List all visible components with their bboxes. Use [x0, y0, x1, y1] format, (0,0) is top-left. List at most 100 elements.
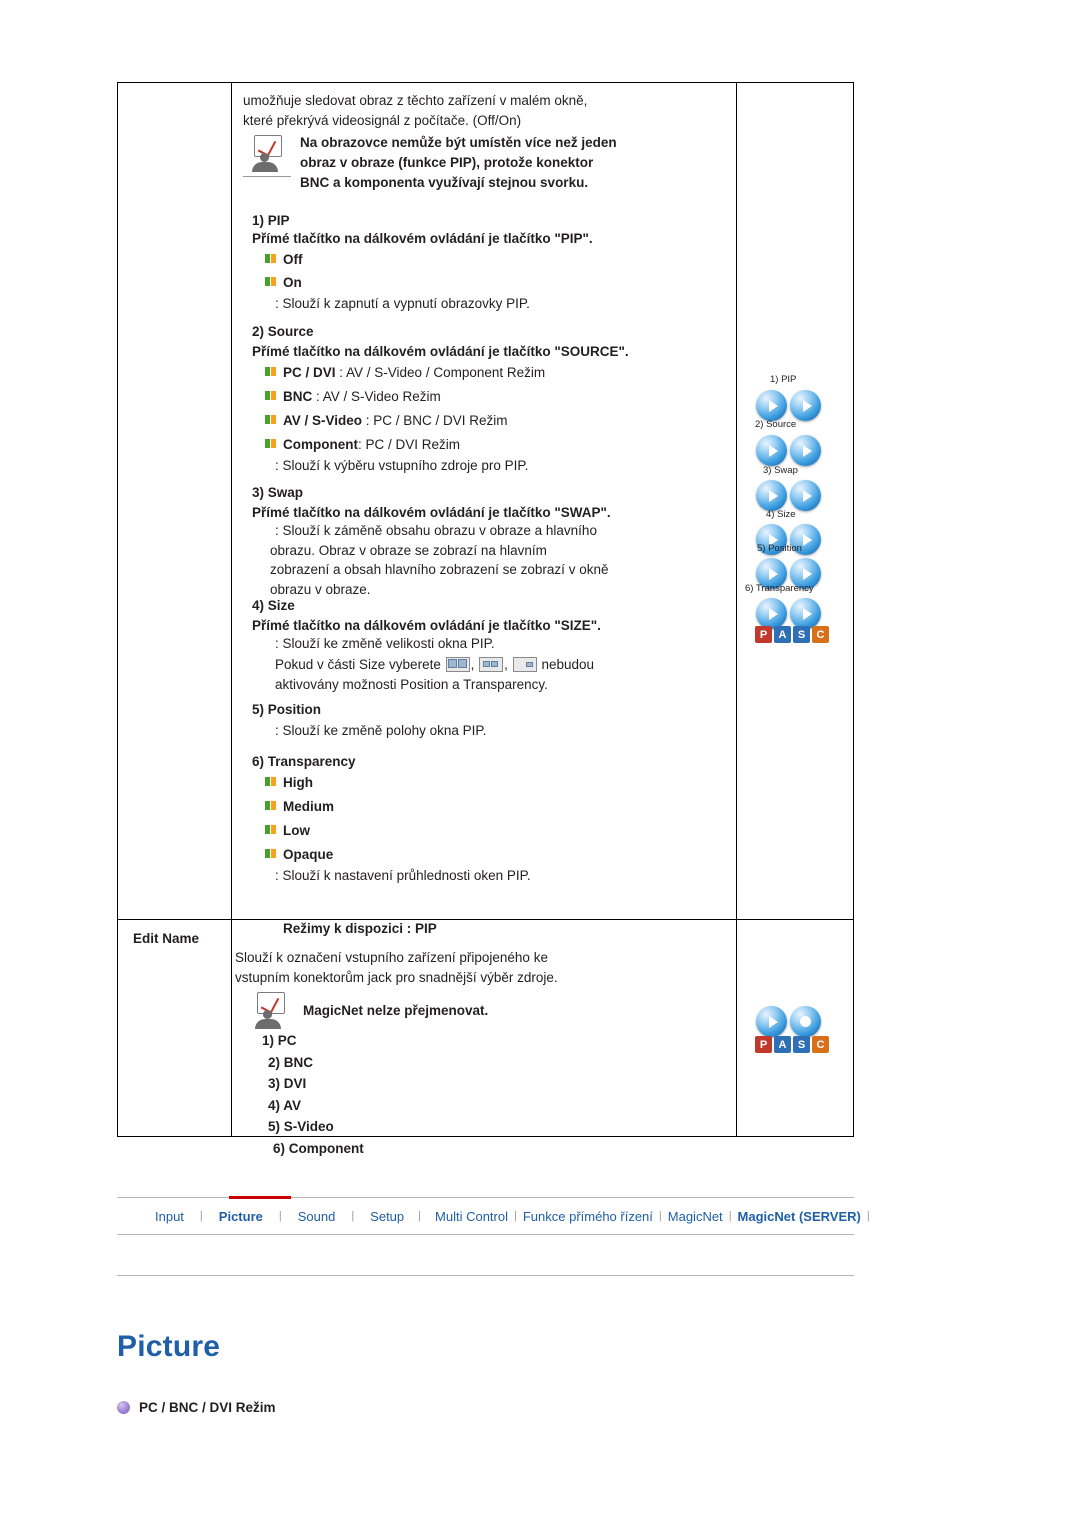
section-2-row-2: BNC : AV / S-Video Režim — [265, 386, 441, 407]
right-button-transparency-secondary[interactable] — [790, 598, 821, 629]
bullet-sphere-icon — [117, 1401, 130, 1414]
section-divider — [117, 1275, 854, 1276]
nav-separator: | — [278, 1210, 282, 1222]
right-caption-5: 5) Position — [757, 543, 802, 554]
section-5-desc: : Slouží ke změně polohy okna PIP. — [275, 723, 487, 738]
pasc-indicator-bottom: P A S C — [755, 1036, 831, 1053]
edit-name-item: 2) BNC — [268, 1054, 314, 1070]
edit-name-item: 3) DVI — [268, 1076, 307, 1091]
desc-line: obrazu. Obraz v obraze se zobrazí na hla… — [270, 542, 547, 558]
nav-items: Input | Picture | Sound | Setup | Multi … — [117, 1198, 876, 1234]
section-1-heading: 1) PIP — [252, 213, 290, 228]
edit-name-items: 1) PC 2) BNC 3) DVI 4) AV 5) S-Video 6) … — [262, 1030, 364, 1159]
right-button-pip-secondary[interactable] — [790, 390, 821, 421]
option-label: Medium — [283, 799, 335, 814]
play-triangle-icon — [756, 1006, 787, 1037]
pasc-cell-a: A — [774, 1036, 791, 1053]
nav-item-direct-control[interactable]: Funkce přímého řízení — [523, 1209, 653, 1224]
play-triangle-icon — [790, 435, 821, 466]
green-bullet-icon — [265, 367, 276, 376]
nav-item-input[interactable]: Input — [155, 1209, 184, 1224]
size-swatch-large-icon — [445, 657, 470, 672]
option-label: PC / DVI — [283, 365, 336, 380]
nav-item-magicnet-server[interactable]: MagicNet (SERVER) — [738, 1209, 861, 1224]
nav-item-magicnet[interactable]: MagicNet — [668, 1209, 723, 1224]
nav-separator: | — [513, 1210, 517, 1222]
note-rule-1 — [243, 176, 291, 177]
edit-name-button-2[interactable] — [790, 1006, 821, 1037]
play-triangle-icon — [790, 390, 821, 421]
play-triangle-icon — [756, 598, 787, 629]
section-6-desc: : Slouží k nastavení průhlednosti oken P… — [275, 868, 531, 883]
desc-line: obrazu v obraze. — [270, 581, 371, 597]
table-row-divider — [118, 919, 853, 920]
nav-separator: | — [658, 1210, 662, 1222]
edit-name-button-1[interactable] — [756, 1006, 787, 1037]
right-button-transparency[interactable] — [756, 598, 787, 629]
option-label: High — [283, 775, 313, 790]
option-label: On — [283, 275, 302, 290]
pasc-cell-c: C — [812, 1036, 829, 1053]
pasc-cell-s: S — [793, 626, 810, 643]
nav-separator: | — [728, 1210, 732, 1222]
section-1-option-on: On — [265, 272, 302, 293]
right-button-swap[interactable] — [756, 480, 787, 511]
section-4-desc: : Slouží ke změně velikosti okna PIP. — [275, 636, 495, 651]
option-desc: : AV / S-Video / Component Režim — [335, 365, 546, 380]
desc-line: : Slouží k záměně obsahu obrazu v obraze… — [275, 523, 597, 538]
right-button-source[interactable] — [756, 435, 787, 466]
green-bullet-icon — [265, 415, 276, 424]
option-label: Low — [283, 823, 310, 838]
section-1-desc: : Slouží k zapnutí a vypnutí obrazovky P… — [275, 296, 530, 311]
option-label: Component — [283, 437, 358, 452]
option-desc: : AV / S-Video Režim — [312, 389, 441, 404]
nav-item-multi-control[interactable]: Multi Control — [435, 1209, 508, 1224]
pasc-cell-p: P — [755, 1036, 772, 1053]
right-caption-2: 2) Source — [755, 419, 797, 430]
section-6-heading: 6) Transparency — [252, 754, 356, 769]
play-triangle-icon — [756, 480, 787, 511]
section-6-option-opaque: Opaque — [265, 844, 333, 865]
page-subheading-label: PC / BNC / DVI Režim — [139, 1400, 276, 1415]
table-label-column — [118, 83, 232, 1136]
nav-item-picture[interactable]: Picture — [219, 1209, 263, 1224]
green-bullet-icon — [265, 254, 276, 263]
page-title: Picture — [117, 1330, 221, 1363]
nav-separator: | — [418, 1210, 422, 1222]
section-3-remote: Přímé tlačítko na dálkovém ovládání je t… — [252, 505, 611, 520]
section-2-row-3: AV / S-Video : PC / BNC / DVI Režim — [265, 410, 508, 431]
bottom-nav-bar: Input | Picture | Sound | Setup | Multi … — [117, 1196, 870, 1235]
play-triangle-icon — [790, 480, 821, 511]
note-person-check-icon-2 — [253, 992, 291, 1032]
nav-item-setup[interactable]: Setup — [370, 1209, 404, 1224]
edit-name-item: 5) S-Video — [268, 1119, 334, 1134]
option-label: BNC — [283, 389, 313, 404]
size-line-pre: Pokud v části Size vyberete — [275, 657, 441, 672]
size-line-post: nebudou — [541, 657, 594, 672]
note-1-line-3: BNC a komponenta využívají stejnou svork… — [300, 175, 589, 190]
edit-name-item: 4) AV — [268, 1097, 302, 1113]
edit-name-paragraph: Slouží k označení vstupního zařízení při… — [235, 948, 695, 987]
pasc-cell-c: C — [812, 626, 829, 643]
size-swatch-small-icon — [512, 657, 537, 672]
edit-name-item: 1) PC — [262, 1033, 297, 1048]
option-desc: : PC / BNC / DVI Režim — [362, 413, 508, 428]
note-1-text: Na obrazovce nemůže být umístěn více než… — [300, 133, 700, 193]
right-button-pip[interactable] — [756, 390, 787, 421]
option-desc: : PC / DVI Režim — [358, 437, 461, 452]
nav-item-sound[interactable]: Sound — [298, 1209, 336, 1224]
green-bullet-icon — [265, 439, 276, 448]
intro-paragraph: umožňuje sledovat obraz z těchto zařízen… — [243, 91, 713, 130]
right-caption-3: 3) Swap — [763, 465, 798, 476]
right-button-swap-secondary[interactable] — [790, 480, 821, 511]
section-6-option-medium: Medium — [265, 796, 334, 817]
note-1-line-2: obraz v obraze (funkce PIP), protože kon… — [300, 155, 594, 170]
section-4-heading: 4) Size — [252, 598, 295, 613]
pasc-indicator-top: P A S C — [755, 626, 831, 643]
edit-name-item: 6) Component — [273, 1140, 364, 1156]
section-1-option-off: Off — [265, 249, 303, 270]
edit-name-note: MagicNet nelze přejmenovat. — [303, 1003, 489, 1018]
right-button-source-secondary[interactable] — [790, 435, 821, 466]
desc-line: zobrazení a obsah hlavního zobrazení se … — [270, 562, 609, 577]
pasc-cell-p: P — [755, 626, 772, 643]
